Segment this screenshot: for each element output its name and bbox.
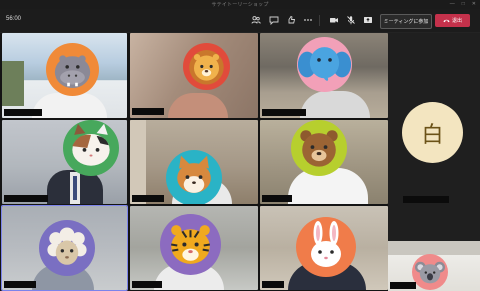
hang-up-icon [443, 19, 450, 23]
hippo-face-icon [46, 43, 99, 96]
join-meeting-button[interactable]: ミーティングに参加 [380, 14, 432, 29]
window-title: サテイトーリーショップ [211, 2, 269, 8]
participant-name-hidden [4, 281, 36, 288]
people-icon[interactable] [251, 15, 261, 25]
share-icon[interactable] [363, 15, 373, 25]
meeting-timer: 56:00 [6, 16, 22, 22]
mic-muted-icon[interactable] [346, 15, 356, 25]
video-tile-5[interactable] [130, 120, 258, 204]
tiger-face-icon [160, 214, 221, 275]
lion-face-icon [183, 43, 230, 90]
window-controls: — □ ✕ [450, 1, 476, 7]
participant-name-hidden [132, 108, 164, 115]
sheep-face-icon [39, 220, 95, 276]
participant-name-hidden [132, 195, 164, 202]
title-bar: サテイトーリーショップ — □ ✕ [0, 0, 480, 9]
self-view-tile[interactable] [388, 241, 480, 291]
participant-name-hidden [4, 195, 48, 202]
video-tile-6[interactable] [260, 120, 388, 204]
necktie [73, 176, 77, 200]
participant-name-hidden [262, 281, 284, 288]
maximize-icon[interactable]: □ [462, 1, 465, 7]
bear-face-icon [291, 120, 347, 176]
elephant-face-icon [297, 37, 352, 92]
plant-silhouette [2, 61, 24, 106]
minimize-icon[interactable]: — [450, 1, 455, 7]
meeting-toolbar: 56:00 ミーティングに参加 退出 [0, 9, 480, 33]
rabbit-face-icon [296, 217, 356, 277]
participant-avatar[interactable]: 白 [402, 102, 463, 163]
reaction-icon[interactable] [286, 15, 296, 25]
camera-icon[interactable] [329, 15, 339, 25]
door-frame [130, 120, 146, 204]
video-tile-2[interactable] [130, 33, 258, 118]
calico-cat-face-icon [63, 120, 119, 176]
shiba-dog-face-icon [166, 150, 222, 204]
right-participant-panel: 白 [388, 33, 480, 291]
video-tile-3[interactable] [260, 33, 388, 118]
video-tile-4[interactable] [2, 120, 127, 204]
leave-button[interactable]: 退出 [435, 14, 470, 27]
video-tile-8[interactable] [130, 206, 258, 290]
participant-name-hidden [390, 282, 416, 289]
toolbar-divider [319, 15, 320, 26]
ceiling-area [388, 241, 480, 255]
participant-name-hidden [262, 109, 306, 116]
shirt-area [32, 93, 107, 118]
leave-label: 退出 [451, 18, 462, 24]
close-icon[interactable]: ✕ [472, 1, 476, 7]
teams-meeting-window: サテイトーリーショップ — □ ✕ 56:00 ミーティングに参加 退出 白 [0, 0, 480, 291]
participant-name-hidden [403, 196, 449, 203]
video-tile-1[interactable] [2, 33, 127, 118]
participant-name-hidden [4, 109, 42, 116]
koala-face-icon [412, 254, 448, 290]
chat-icon[interactable] [269, 15, 279, 25]
video-tile-7[interactable] [1, 205, 128, 291]
video-tile-9[interactable] [260, 206, 388, 290]
more-icon[interactable] [303, 15, 313, 25]
participant-name-hidden [262, 195, 292, 202]
participant-name-hidden [132, 281, 162, 288]
